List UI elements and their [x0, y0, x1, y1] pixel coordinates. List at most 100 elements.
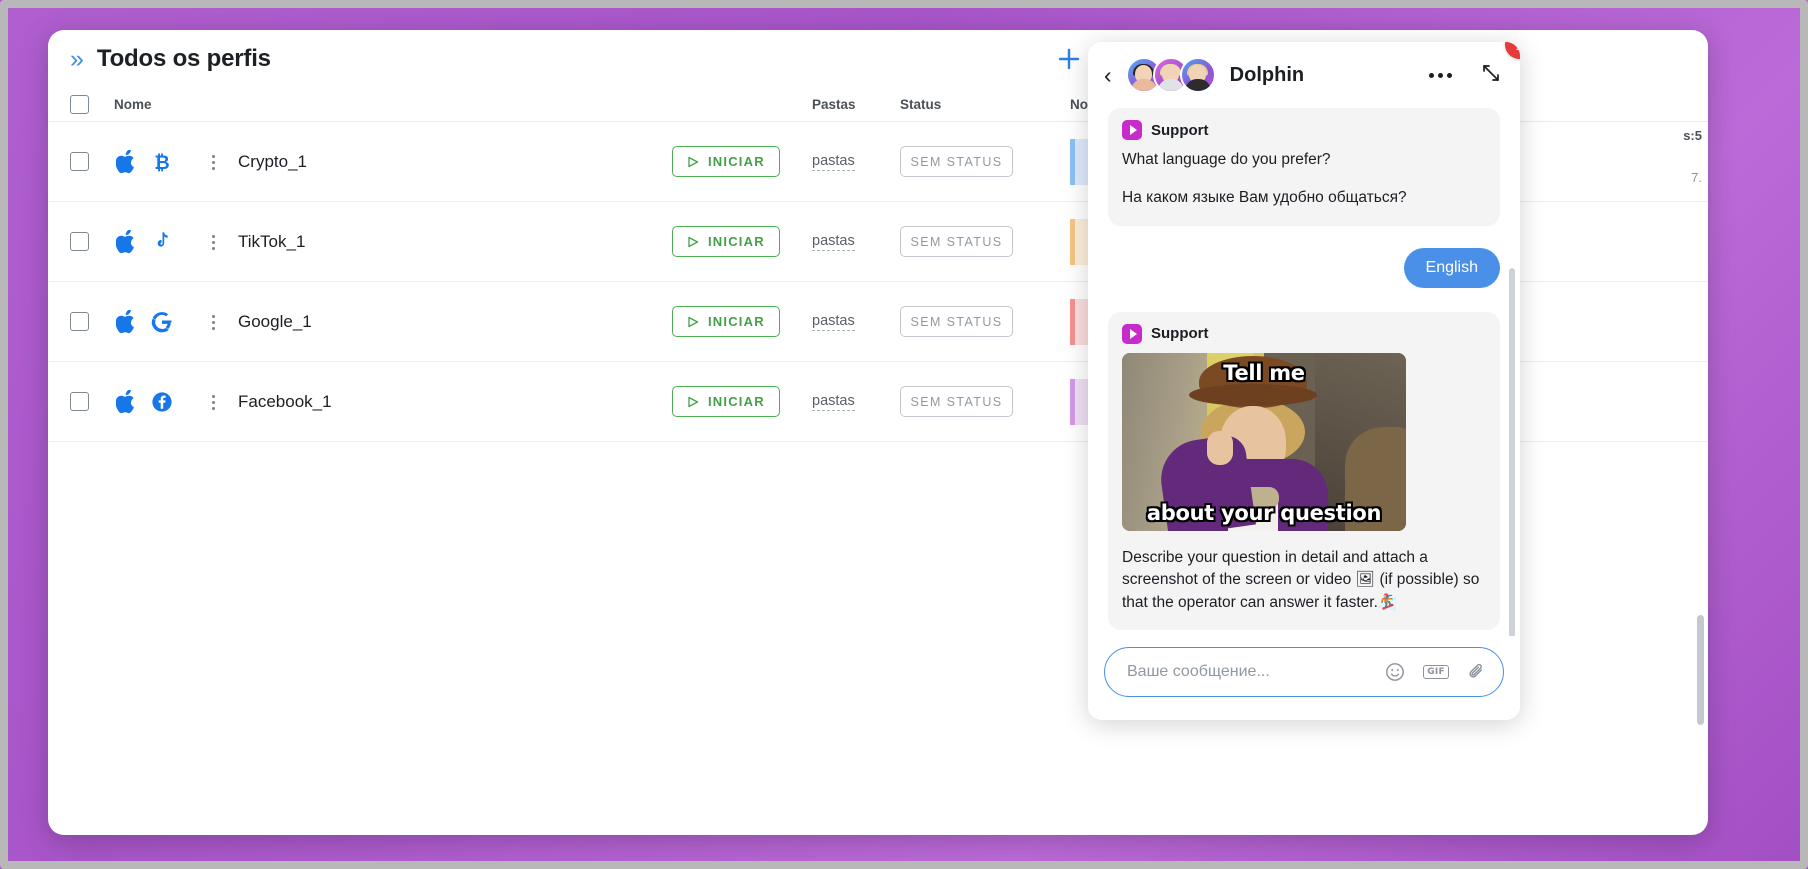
play-icon: [687, 156, 699, 168]
row-checkbox[interactable]: [70, 312, 89, 331]
row-icon-group: [114, 309, 202, 335]
row-menu-icon[interactable]: [202, 150, 224, 173]
folders-link[interactable]: pastas: [812, 233, 855, 251]
folders-cell: pastas: [812, 313, 900, 331]
edge-fragment-bottom: 7.: [1691, 170, 1702, 185]
select-all-checkbox-cell: [70, 95, 114, 114]
row-checkbox[interactable]: [70, 152, 89, 171]
chat-message-list[interactable]: Support What language do you prefer? На …: [1088, 108, 1520, 636]
row-checkbox-cell: [70, 392, 114, 411]
chat-header-actions: [1429, 62, 1502, 89]
facebook-icon: [150, 389, 174, 415]
message-sender: Support: [1122, 120, 1484, 140]
chat-message-user-wrap: English: [1108, 247, 1500, 288]
start-cell: INICIAR: [672, 226, 812, 257]
status-cell: SEM STATUS: [900, 146, 1070, 177]
table-scrollbar[interactable]: [1697, 615, 1704, 725]
column-header-name: Nome: [114, 97, 152, 112]
sender-name: Support: [1151, 325, 1209, 343]
row-icon-group: [114, 389, 202, 415]
gif-icon[interactable]: GIF: [1423, 665, 1449, 679]
play-icon: [687, 236, 699, 248]
chat-header: ‹ Dolphin: [1088, 42, 1520, 108]
start-button[interactable]: INICIAR: [672, 386, 780, 417]
composer-icons: GIF: [1385, 662, 1487, 682]
folders-cell: pastas: [812, 393, 900, 411]
profile-name: Google_1: [238, 311, 312, 331]
meme-caption-bottom: about your question: [1146, 500, 1382, 525]
collapse-sidebar-icon[interactable]: »: [70, 46, 84, 72]
emoji-smiley-icon[interactable]: [1385, 662, 1405, 682]
edge-fragment-top: s:5: [1683, 128, 1702, 143]
dolphin-logo-icon: [1122, 323, 1142, 344]
gif-label: GIF: [1423, 665, 1449, 679]
message-sender: Support: [1122, 323, 1484, 344]
profile-name: Facebook_1: [238, 391, 332, 411]
message-line: На каком языке Вам удобно общаться?: [1122, 189, 1407, 207]
status-badge[interactable]: SEM STATUS: [900, 306, 1013, 337]
start-button[interactable]: INICIAR: [672, 226, 780, 257]
add-profile-icon[interactable]: [1056, 46, 1082, 72]
start-button-label: INICIAR: [708, 234, 765, 249]
folders-cell: pastas: [812, 233, 900, 251]
profile-name-cell: ₿ Crypto_1: [114, 149, 672, 175]
status-badge[interactable]: SEM STATUS: [900, 226, 1013, 257]
apple-icon: [114, 229, 138, 255]
message-input[interactable]: [1127, 663, 1376, 681]
select-all-checkbox[interactable]: [70, 95, 89, 114]
profile-name-cell: Facebook_1: [114, 389, 672, 415]
row-icon-group: ₿: [114, 149, 202, 175]
svg-text:₿: ₿: [154, 152, 169, 174]
start-button[interactable]: INICIAR: [672, 146, 780, 177]
row-menu-icon[interactable]: [202, 310, 224, 333]
profile-name-cell: Google_1: [114, 309, 672, 335]
meme-image[interactable]: Tell me about your question: [1122, 352, 1406, 531]
avatar: [1179, 57, 1216, 93]
page-title: Todos os perfis: [96, 45, 271, 72]
profile-name-cell: TikTok_1: [114, 229, 672, 255]
row-checkbox[interactable]: [70, 232, 89, 251]
message-line: What language do you prefer?: [1122, 151, 1331, 168]
row-menu-icon[interactable]: [202, 390, 224, 413]
tiktok-icon: [150, 229, 174, 255]
folders-link[interactable]: pastas: [812, 393, 855, 411]
message-composer[interactable]: GIF: [1104, 647, 1504, 697]
start-button-label: INICIAR: [708, 314, 765, 329]
profile-name: Crypto_1: [238, 151, 307, 171]
google-icon: [150, 309, 174, 335]
play-icon: [687, 396, 699, 408]
row-menu-icon[interactable]: [202, 230, 224, 253]
support-chat-widget: 1 ‹ Dolphin Support What language do you…: [1088, 42, 1520, 720]
folders-cell: pastas: [812, 153, 900, 171]
status-badge[interactable]: SEM STATUS: [900, 386, 1013, 417]
chevron-left-icon[interactable]: ‹: [1104, 63, 1112, 87]
start-cell: INICIAR: [672, 146, 812, 177]
row-checkbox[interactable]: [70, 392, 89, 411]
chat-message-user[interactable]: English: [1403, 247, 1500, 288]
start-button[interactable]: INICIAR: [672, 306, 780, 337]
column-header-folders: Pastas: [812, 97, 856, 112]
start-cell: INICIAR: [672, 386, 812, 417]
profile-name: TikTok_1: [238, 231, 306, 251]
status-badge[interactable]: SEM STATUS: [900, 146, 1013, 177]
row-checkbox-cell: [70, 312, 114, 331]
apple-icon: [114, 389, 138, 415]
status-cell: SEM STATUS: [900, 306, 1070, 337]
status-cell: SEM STATUS: [900, 386, 1070, 417]
folders-link[interactable]: pastas: [812, 313, 855, 331]
bitcoin-icon: ₿: [150, 149, 174, 175]
chat-avatars: [1125, 57, 1216, 93]
chat-message-support-media: Support Tell me about your question Desc…: [1108, 311, 1500, 631]
ellipsis-icon[interactable]: [1429, 72, 1452, 78]
row-icon-group: [114, 229, 202, 255]
play-icon: [687, 316, 699, 328]
sender-name: Support: [1151, 121, 1209, 139]
chat-composer-bar: GIF: [1088, 636, 1520, 720]
expand-diagonal-icon[interactable]: [1480, 62, 1502, 89]
row-checkbox-cell: [70, 232, 114, 251]
paperclip-icon[interactable]: [1467, 662, 1487, 682]
folders-link[interactable]: pastas: [812, 153, 855, 171]
chat-scrollbar[interactable]: [1509, 268, 1515, 636]
apple-icon: [114, 309, 138, 335]
chat-message-support: Support What language do you prefer? На …: [1108, 108, 1500, 226]
